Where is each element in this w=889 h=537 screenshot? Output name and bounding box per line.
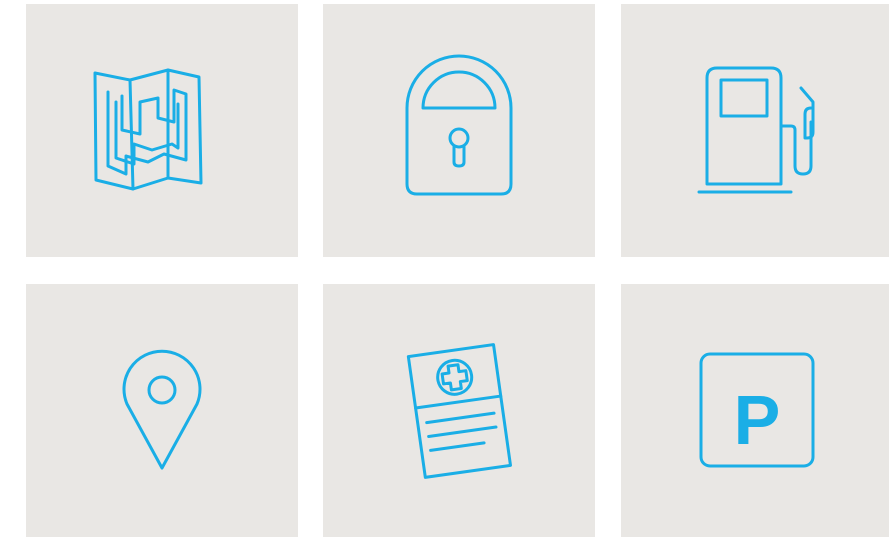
tile-medical-document[interactable] xyxy=(323,284,595,537)
tile-map[interactable] xyxy=(26,4,298,257)
medical-document-icon xyxy=(406,343,512,479)
map-icon xyxy=(93,68,203,191)
tile-location[interactable] xyxy=(26,284,298,537)
lock-icon xyxy=(405,54,513,196)
parking-letter: P xyxy=(734,381,781,459)
fuel-pump-icon xyxy=(697,66,815,194)
tile-lock[interactable] xyxy=(323,4,595,257)
parking-sign-icon: P xyxy=(699,352,815,468)
tile-fuel[interactable] xyxy=(621,4,889,257)
tile-parking[interactable]: P xyxy=(621,284,889,537)
location-pin-icon xyxy=(122,349,202,470)
